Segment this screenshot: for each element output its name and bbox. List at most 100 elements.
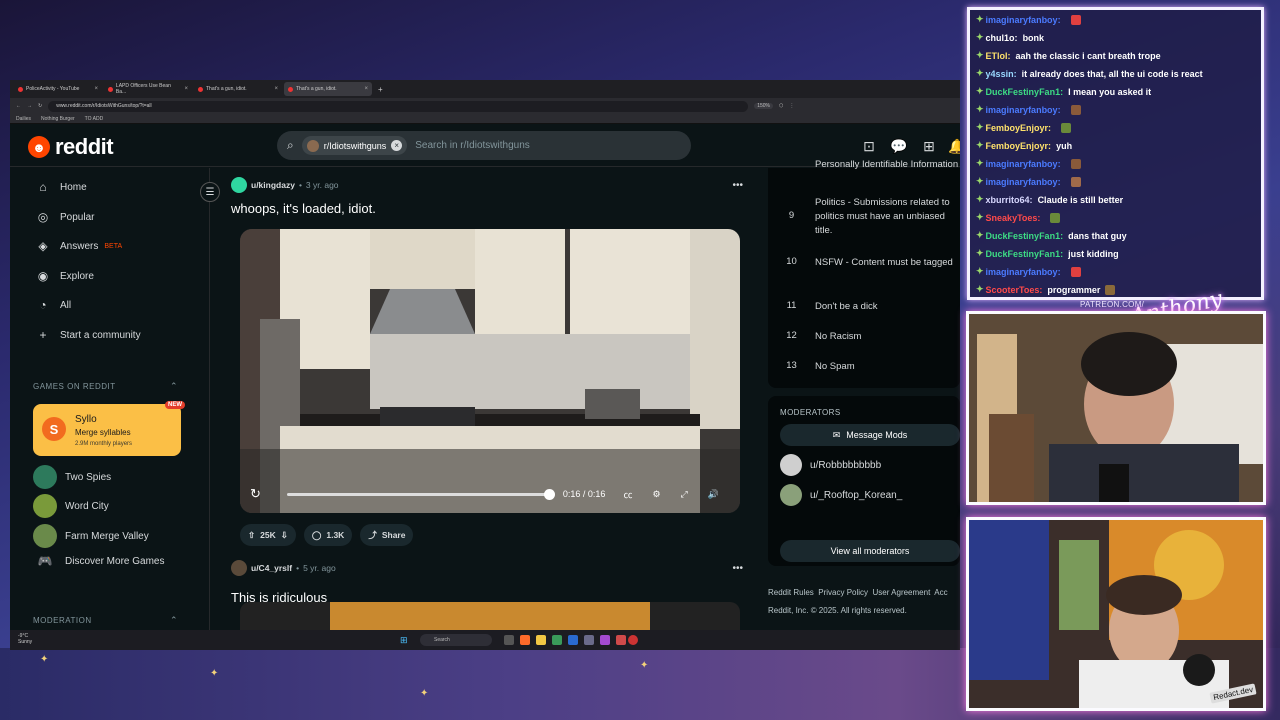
close-tab-icon[interactable]: ×	[94, 86, 98, 92]
upvote-icon[interactable]: ⇧	[248, 530, 255, 541]
footer-links[interactable]: Reddit Rules Privacy Policy User Agreeme…	[768, 588, 960, 597]
notifications-icon[interactable]: 🔔	[948, 137, 960, 155]
task-view-icon[interactable]	[504, 635, 514, 645]
browser-tab[interactable]: That's a gun, idiot. ×	[284, 82, 372, 96]
new-badge: NEW	[165, 401, 185, 409]
browser-tab[interactable]: PoliceActivity - YouTube ×	[14, 82, 102, 96]
post-title[interactable]: whoops, it's loaded, idiot.	[231, 201, 751, 216]
create-post-icon[interactable]: ⊞	[920, 137, 938, 155]
back-icon[interactable]: ←	[16, 103, 21, 109]
post-card[interactable]: u/C4_yrslf • 5 yr. ago ••• This is ridic…	[231, 560, 751, 605]
steam-icon[interactable]	[584, 635, 594, 645]
sidebar-item-label: Popular	[60, 211, 95, 223]
game-item[interactable]: Farm Merge Valley	[33, 524, 149, 548]
featured-game-card[interactable]: NEW S Syllo Merge syllables 2.9M monthly…	[33, 401, 185, 456]
zoom-badge[interactable]: 150%	[754, 103, 773, 109]
chat-emote-icon	[1070, 104, 1081, 115]
replay-icon[interactable]: ↻	[250, 486, 261, 502]
share-button[interactable]: ⤴ Share	[360, 524, 414, 546]
subreddit-chip[interactable]: r/Idiotswithguns ×	[301, 136, 408, 155]
obs-icon[interactable]	[628, 635, 638, 645]
comment-count: 1.3K	[326, 530, 345, 540]
clear-chip-icon[interactable]: ×	[391, 140, 403, 151]
more-options-icon[interactable]: •••	[732, 563, 751, 574]
sidebar-item-explore[interactable]: ◉ Explore	[36, 269, 94, 283]
fullscreen-icon[interactable]: ⤢	[681, 489, 688, 500]
reddit-logo[interactable]: ☻ reddit	[28, 134, 114, 160]
games-section-header[interactable]: GAMES ON REDDIT ⌃	[33, 381, 178, 391]
game-item[interactable]: 🎮 Discover More Games	[33, 554, 165, 568]
bookmark-item[interactable]: Nothing Burger	[41, 116, 75, 122]
rule-item[interactable]: 13 No Spam	[768, 360, 960, 374]
moderator-item[interactable]: u/Robbbbbbbbb	[780, 454, 881, 476]
menu-icon[interactable]: ⋮	[789, 103, 794, 109]
rule-item[interactable]: 12 No Racism	[768, 330, 960, 344]
rule-item[interactable]: 9 Politics - Submissions related to polit…	[768, 196, 960, 238]
game-item[interactable]: Word City	[33, 494, 109, 518]
moderation-section-header[interactable]: MODERATION ⌃	[33, 615, 178, 625]
app-icon[interactable]	[600, 635, 610, 645]
taskbar-search[interactable]: Search	[420, 634, 492, 646]
search-bar[interactable]: ⌕ r/Idiotswithguns × Search in r/Idiotsw…	[277, 131, 691, 160]
windows-start-icon[interactable]: ⊞	[400, 635, 410, 645]
post-card[interactable]: u/kingdazy • 3 yr. ago ••• whoops, it's …	[231, 177, 751, 216]
sidebar-item-start-a-community[interactable]: + Start a community	[36, 328, 140, 342]
sidebar-item-home[interactable]: ⌂ Home	[36, 180, 86, 194]
more-options-icon[interactable]: •••	[732, 180, 751, 191]
volume-icon[interactable]: 🔊	[708, 489, 719, 500]
weather-widget[interactable]: -9°C Sunny	[18, 633, 32, 645]
chat-message: ✦ DuckFestinyFan1: I mean you asked it	[976, 86, 1151, 97]
app-icon[interactable]	[568, 635, 578, 645]
rule-item[interactable]: Personally Identifiable Information	[768, 158, 960, 172]
extensions-icon[interactable]: ⬡	[779, 103, 783, 109]
game-label: Discover More Games	[65, 555, 165, 567]
bookmark-item[interactable]: Dailies	[16, 116, 31, 122]
rule-item[interactable]: 10 NSFW - Content must be tagged	[768, 256, 960, 270]
sidebar-item-all[interactable]: ◔ All	[36, 298, 71, 312]
view-all-moderators-button[interactable]: View all moderators	[780, 540, 960, 562]
vote-count: 25K	[260, 530, 276, 540]
bookmark-item[interactable]: TO ADD	[85, 116, 104, 122]
file-explorer-icon[interactable]	[536, 635, 546, 645]
firefox-icon[interactable]	[520, 635, 530, 645]
sidebar-item-answers[interactable]: ◈ Answers BETA	[36, 239, 122, 253]
user-avatar[interactable]	[231, 177, 247, 193]
user-avatar[interactable]	[231, 560, 247, 576]
close-tab-icon[interactable]: ×	[274, 86, 278, 92]
tab-favicon-icon	[288, 86, 293, 92]
close-tab-icon[interactable]: ×	[184, 86, 188, 92]
video-progress-bar[interactable]	[286, 488, 555, 500]
new-tab-icon[interactable]: +	[378, 85, 383, 94]
reload-icon[interactable]: ↻	[38, 103, 42, 109]
browser-tab[interactable]: LAPD Officers Use Bean Ba... ×	[104, 82, 192, 96]
browser-tab[interactable]: That's a gun, idiot. ×	[194, 82, 282, 96]
progress-knob[interactable]	[543, 488, 555, 500]
downvote-icon[interactable]: ⇩	[281, 530, 288, 541]
forward-icon[interactable]: →	[27, 103, 32, 109]
video-player[interactable]	[240, 229, 740, 513]
chat-emote-icon	[1061, 122, 1072, 133]
post-author[interactable]: u/C4_yrslf	[251, 563, 292, 573]
post-author[interactable]: u/kingdazy	[251, 180, 295, 190]
close-tab-icon[interactable]: ×	[364, 86, 368, 92]
app-icon[interactable]	[552, 635, 562, 645]
rule-number: 10	[786, 256, 797, 267]
collapse-sidebar-button[interactable]: ☰	[200, 182, 220, 202]
moderator-item[interactable]: u/_Rooftop_Korean_	[780, 484, 902, 506]
url-field[interactable]: www.reddit.com/r/IdiotsWithGuns/top/?t=a…	[48, 100, 749, 112]
settings-gear-icon[interactable]: ⚙	[652, 489, 660, 500]
ads-icon[interactable]: ⊡	[860, 137, 878, 155]
chat-icon[interactable]: 💬	[890, 137, 908, 155]
rule-item[interactable]: 11 Don't be a dick	[768, 300, 960, 314]
game-item[interactable]: Two Spies	[33, 465, 111, 489]
chat-text: aah the classic i cant breath trope	[1015, 50, 1161, 61]
message-mods-button[interactable]: ✉ Message Mods	[780, 424, 960, 446]
controller-icon: 🎮	[37, 554, 53, 568]
chat-message: ✦ imaginaryfanboy:	[976, 104, 1081, 115]
app-icon[interactable]	[616, 635, 626, 645]
game-label: Farm Merge Valley	[65, 530, 149, 542]
sidebar-item-popular[interactable]: ◎ Popular	[36, 210, 95, 224]
plus-icon: +	[39, 328, 47, 342]
captions-icon[interactable]: ㏄	[623, 488, 632, 501]
comments-button[interactable]: ◯ 1.3K	[303, 524, 353, 546]
